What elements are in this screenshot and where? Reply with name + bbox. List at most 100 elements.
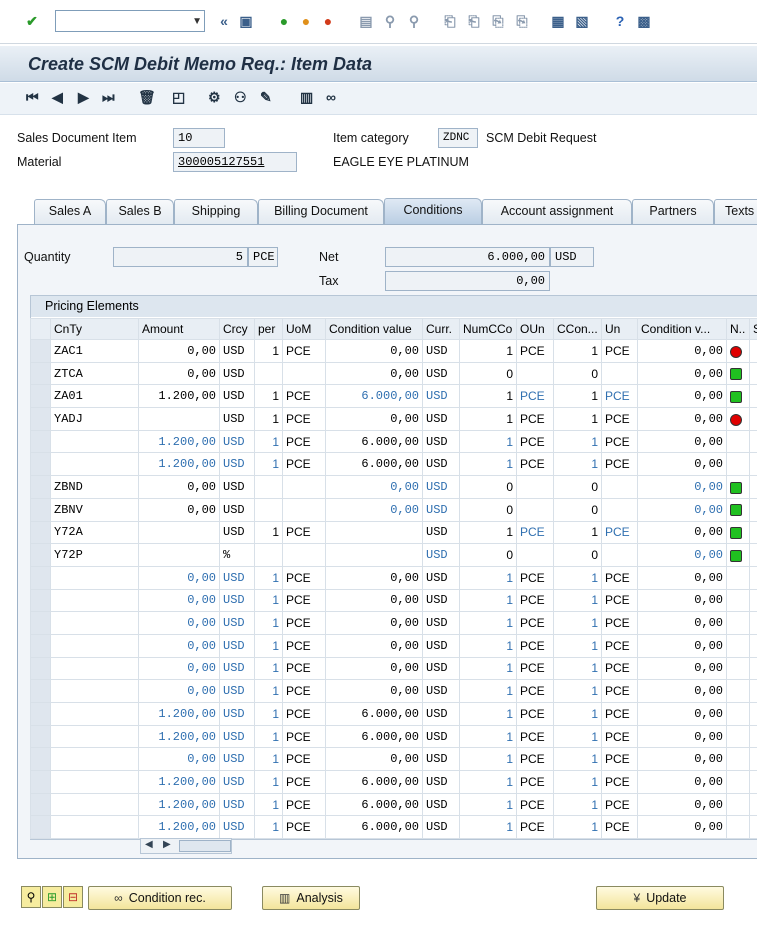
numcco-cell[interactable]: 1 [459,588,517,613]
un-cell[interactable]: PCE [601,384,638,409]
per-cell[interactable]: 1 [254,452,283,477]
per-cell[interactable]: 1 [254,679,283,703]
amount-cell[interactable]: 0,00 [138,475,220,499]
tab-sales-b[interactable]: Sales B [106,199,174,224]
ccon-cell[interactable]: 1 [553,770,602,794]
oun-cell[interactable]: PCE [516,452,554,477]
un-cell[interactable]: PCE [601,520,638,545]
next-item-icon[interactable]: ▶ [78,89,89,106]
un-cell[interactable]: PCE [601,452,638,477]
uom-cell[interactable] [282,361,326,386]
tax-value-field[interactable]: 0,00 [385,271,550,291]
display-document-icon[interactable]: ◰ [172,89,185,106]
per-cell[interactable]: 1 [254,339,283,363]
condition-value-cell[interactable]: 6.000,00 [325,384,423,409]
ccon-cell[interactable]: 1 [553,452,602,477]
cnty-cell[interactable] [50,702,139,726]
numcco-cell[interactable]: 1 [459,520,517,545]
condition-value-cell[interactable]: 6.000,00 [325,815,423,840]
previous-item-icon[interactable]: ◀ [52,89,63,106]
numcco-cell[interactable]: 1 [459,724,517,749]
cancel-icon[interactable]: ● [318,11,338,31]
condition-value2-cell[interactable]: 0,00 [637,747,727,772]
per-cell[interactable]: 1 [254,429,283,454]
curr-cell[interactable]: USD [422,702,460,726]
amount-cell[interactable]: 0,00 [138,611,220,635]
condition-value-cell[interactable]: 0,00 [325,407,423,431]
ccon-cell[interactable]: 1 [553,747,602,772]
currency-cell[interactable]: USD [219,520,255,545]
amount-cell[interactable]: 0,00 [138,656,220,681]
condition-value-cell[interactable]: 0,00 [325,611,423,635]
delete-icon[interactable]: 🗑 [138,89,156,106]
numcco-cell[interactable]: 1 [459,384,517,409]
condition-value2-cell[interactable]: 0,00 [637,656,727,681]
per-cell[interactable] [254,543,283,567]
curr-cell[interactable]: USD [422,339,460,363]
per-cell[interactable]: 1 [254,407,283,431]
row-selector[interactable] [30,792,51,817]
amount-cell[interactable]: 1.200,00 [138,429,220,454]
column-header[interactable]: N.. [726,318,750,340]
condition-value2-cell[interactable]: 0,00 [637,588,727,613]
tab-partners[interactable]: Partners [632,199,714,224]
oun-cell[interactable]: PCE [516,656,554,681]
amount-cell[interactable]: 1.200,00 [138,702,220,726]
horizontal-scrollbar[interactable]: ◀ ▶ [140,838,232,854]
ccon-cell[interactable]: 1 [553,792,602,817]
oun-cell[interactable]: PCE [516,633,554,658]
per-cell[interactable]: 1 [254,384,283,409]
uom-cell[interactable]: PCE [282,679,326,703]
per-cell[interactable]: 1 [254,656,283,681]
curr-cell[interactable]: USD [422,452,460,477]
find-icon[interactable]: ⚲ [380,11,400,31]
ccon-cell[interactable]: 1 [553,407,602,431]
oun-cell[interactable]: PCE [516,429,554,454]
cnty-cell[interactable]: ZBND [50,475,139,499]
ccon-cell[interactable]: 1 [553,384,602,409]
condition-value-cell[interactable]: 6.000,00 [325,724,423,749]
select-all-header[interactable] [30,318,51,340]
condition-value2-cell[interactable]: 0,00 [637,497,727,522]
header-icon[interactable]: ⚙ [208,89,221,106]
oun-cell[interactable]: PCE [516,679,554,703]
condition-value2-cell[interactable]: 0,00 [637,384,727,409]
numcco-cell[interactable]: 1 [459,792,517,817]
row-selector[interactable] [30,770,51,794]
uom-cell[interactable] [282,497,326,522]
per-cell[interactable] [254,497,283,522]
numcco-cell[interactable]: 1 [459,702,517,726]
curr-cell[interactable]: USD [422,747,460,772]
row-selector[interactable] [30,452,51,477]
currency-cell[interactable]: USD [219,588,255,613]
tab-conditions[interactable]: Conditions [384,198,482,225]
cnty-cell[interactable]: ZA01 [50,384,139,409]
column-header[interactable]: OUn [516,318,554,340]
column-header[interactable]: CCon... [553,318,602,340]
un-cell[interactable]: PCE [601,656,638,681]
un-cell[interactable]: PCE [601,407,638,431]
per-cell[interactable]: 1 [254,611,283,635]
amount-cell[interactable] [138,407,220,431]
condition-value-cell[interactable]: 0,00 [325,747,423,772]
column-header[interactable]: Amount [138,318,220,340]
amount-cell[interactable] [138,520,220,545]
uom-cell[interactable] [282,543,326,567]
curr-cell[interactable]: USD [422,543,460,567]
cnty-cell[interactable] [50,565,139,590]
condition-value2-cell[interactable]: 0,00 [637,339,727,363]
edit-icon[interactable]: ✎ [260,89,272,106]
curr-cell[interactable]: USD [422,633,460,658]
sales-document-item-field[interactable]: 10 [173,128,225,148]
ccon-cell[interactable]: 1 [553,656,602,681]
cnty-cell[interactable] [50,792,139,817]
uom-cell[interactable]: PCE [282,770,326,794]
glasses-icon[interactable]: ∞ [326,89,336,105]
row-selector[interactable] [30,520,51,545]
uom-cell[interactable]: PCE [282,611,326,635]
un-cell[interactable] [601,361,638,386]
numcco-cell[interactable]: 1 [459,611,517,635]
currency-cell[interactable]: USD [219,656,255,681]
scroll-thumb[interactable] [179,840,231,852]
row-selector[interactable] [30,633,51,658]
